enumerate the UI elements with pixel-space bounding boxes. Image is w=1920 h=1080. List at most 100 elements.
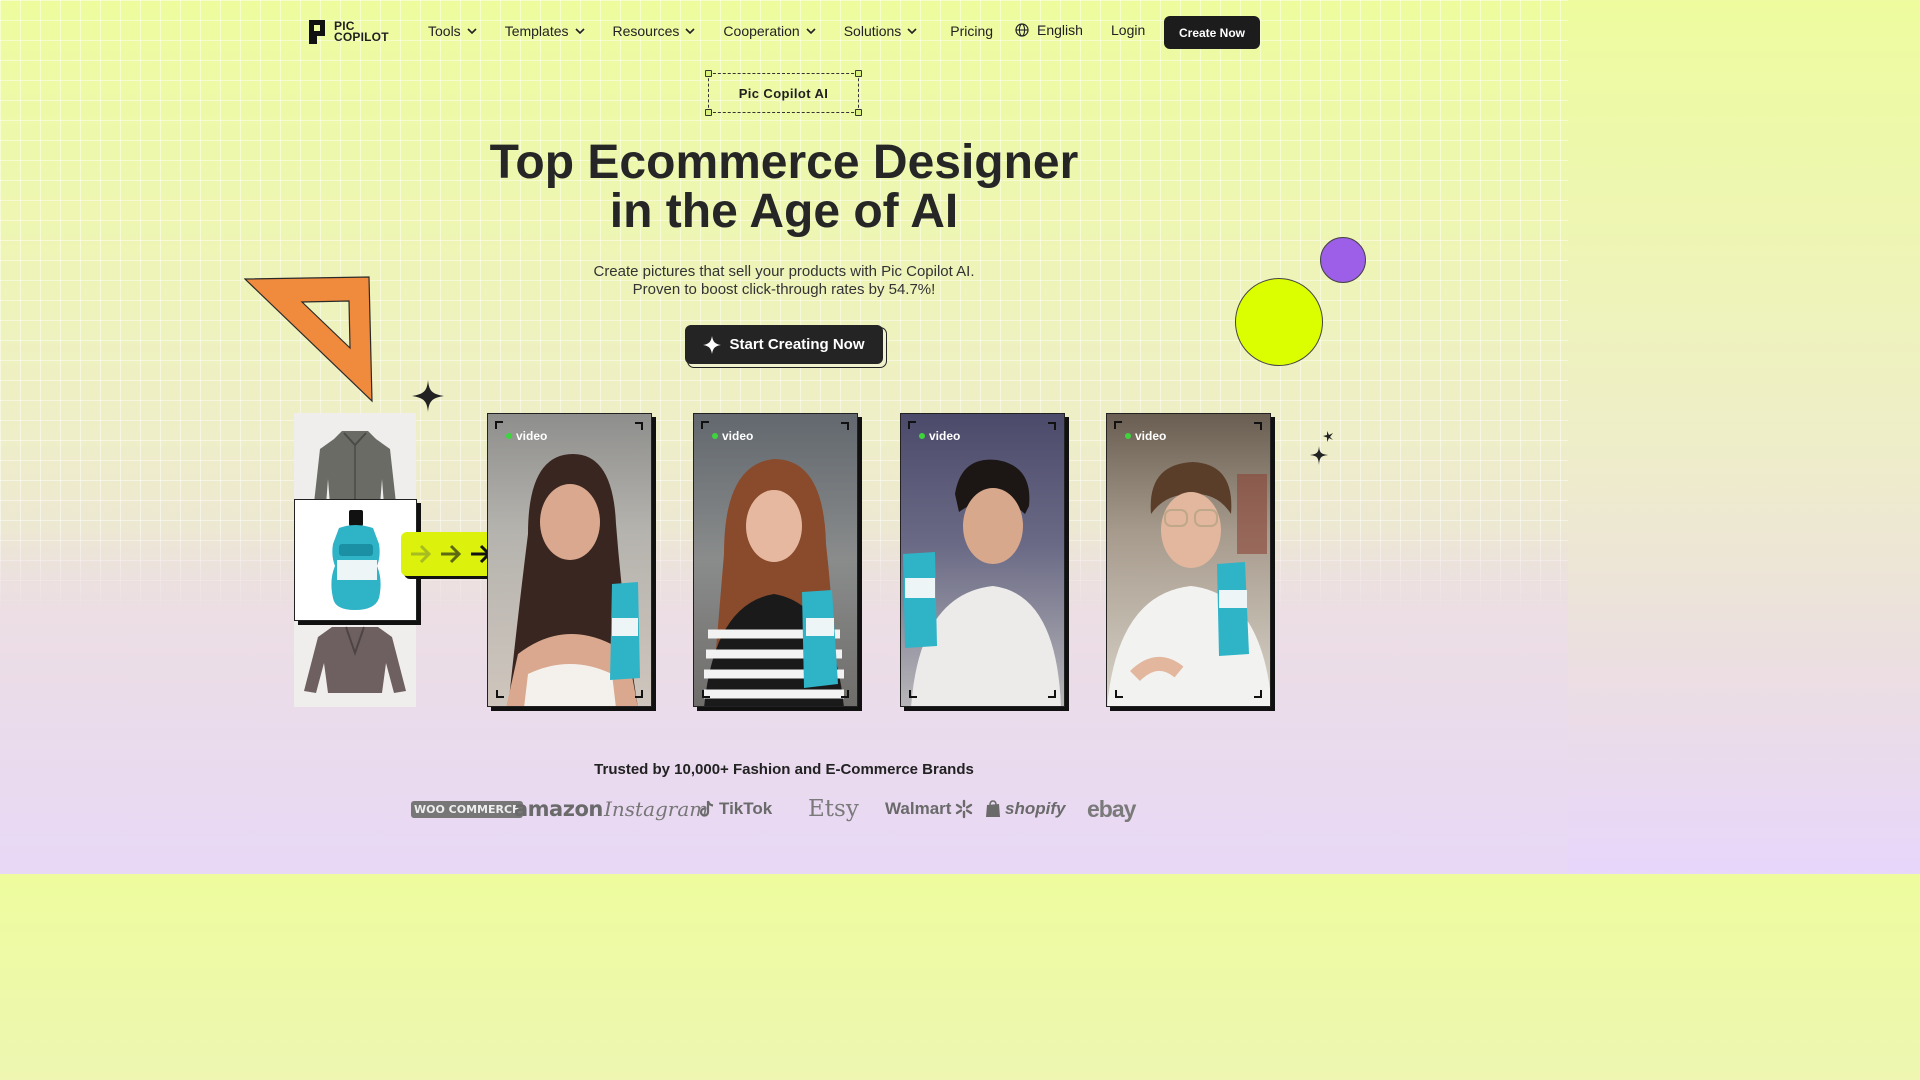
video-card-3[interactable]: video	[900, 413, 1065, 707]
menu-item-solutions[interactable]: Solutions	[844, 23, 919, 39]
logo-line2: COPILOT	[334, 30, 389, 44]
walmart-logo-text: Walmart	[885, 799, 952, 818]
menu-item-label: Resources	[612, 23, 680, 39]
corner-marker	[841, 422, 849, 430]
badge-label: Pic Copilot AI	[738, 85, 829, 101]
video-tag: video	[919, 429, 960, 443]
login-link[interactable]: Login	[1111, 22, 1145, 38]
arrow-right-icon	[411, 544, 432, 564]
corner-marker	[909, 690, 917, 698]
language-label: English	[1037, 22, 1083, 38]
video-tag: video	[712, 429, 753, 443]
create-now-button[interactable]: Create Now	[1164, 16, 1260, 49]
badge-handle	[705, 70, 712, 77]
corner-marker	[908, 421, 916, 429]
hero-title-line2: in the Age of AI	[609, 185, 959, 238]
start-creating-button[interactable]: Start Creating Now	[685, 325, 883, 364]
selected-product-card[interactable]	[294, 499, 417, 621]
corner-marker	[635, 690, 643, 698]
walmart-spark-icon	[956, 799, 973, 819]
arrow-right-icon	[441, 544, 462, 564]
amazon-logo[interactable]: amazon	[514, 794, 603, 824]
menu-item-resources[interactable]: Resources	[613, 23, 697, 39]
shopify-logo-text: shopify	[1005, 799, 1066, 818]
main-menu: Tools Templates Resources Cooperation So…	[428, 23, 1020, 39]
badge-handle	[855, 109, 862, 116]
live-dot	[1125, 433, 1131, 439]
video-card-4[interactable]: video	[1106, 413, 1271, 707]
chevron-down-icon	[467, 28, 477, 35]
ebay-logo[interactable]: ebay	[1087, 794, 1136, 824]
brand-logos: WOO COMMERCE amazon Instagram TikTok Ets…	[0, 794, 1568, 824]
hero-title-line1: Top Ecommerce Designer	[489, 136, 1079, 189]
video-tag-label: video	[722, 429, 754, 443]
menu-item-label: Templates	[504, 23, 569, 39]
chevron-down-icon	[574, 28, 585, 35]
hero-badge: Pic Copilot AI	[705, 70, 862, 116]
video-tag-label: video	[929, 429, 961, 443]
menu-item-templates[interactable]: Templates	[505, 23, 586, 39]
presenter-video-frame	[704, 459, 844, 706]
lime-circle-decoration	[1235, 278, 1323, 366]
video-tag-label: video	[1135, 429, 1167, 443]
woocommerce-logo-text: WOO COMMERCE	[411, 800, 523, 818]
corner-marker	[496, 690, 504, 698]
globe-icon	[1015, 23, 1029, 37]
video-card-2[interactable]: video	[693, 413, 858, 707]
live-dot	[506, 433, 512, 439]
corner-marker	[1115, 690, 1123, 698]
walmart-logo[interactable]: Walmart	[885, 794, 974, 824]
video-tag: video	[506, 429, 547, 443]
video-tag-label: video	[516, 429, 548, 443]
language-selector[interactable]: English	[1015, 22, 1083, 38]
logo-text: PIC COPILOT	[334, 20, 389, 44]
menu-item-tools[interactable]: Tools	[428, 23, 478, 39]
corner-marker	[635, 422, 643, 430]
corner-marker	[841, 690, 849, 698]
tiktok-logo[interactable]: TikTok	[700, 794, 772, 824]
purple-circle-decoration	[1320, 237, 1366, 283]
corner-marker	[495, 421, 503, 429]
chevron-down-icon	[685, 28, 695, 35]
mouthwash-bottle-image	[331, 510, 381, 610]
presenter-video-frame	[506, 454, 640, 706]
shopify-logo[interactable]: shopify	[985, 794, 1065, 824]
etsy-logo[interactable]: Etsy	[808, 794, 859, 824]
menu-item-pricing[interactable]: Pricing	[950, 23, 993, 39]
corner-marker	[702, 690, 710, 698]
tiktok-logo-text: TikTok	[719, 799, 773, 818]
menu-item-cooperation[interactable]: Cooperation	[723, 23, 816, 39]
corner-marker	[1048, 422, 1056, 430]
chevron-down-icon	[907, 28, 917, 35]
instagram-logo[interactable]: Instagram	[604, 794, 708, 824]
sparkle-decoration-icon	[412, 380, 444, 412]
video-card-1[interactable]: video	[487, 413, 652, 707]
start-creating-label: Start Creating Now	[729, 336, 865, 353]
top-navigation: PIC COPILOT Tools Templates Resources Co…	[0, 0, 1568, 64]
shopify-bag-icon	[986, 800, 1000, 817]
corner-marker	[1254, 422, 1262, 430]
menu-item-label: Pricing	[950, 23, 994, 39]
badge-handle	[705, 109, 712, 116]
corner-marker	[1254, 690, 1262, 698]
chevron-down-icon	[806, 28, 816, 35]
sparkle-icon	[703, 335, 722, 354]
logo[interactable]: PIC COPILOT	[307, 18, 389, 46]
corner-marker	[701, 421, 709, 429]
live-dot	[919, 433, 925, 439]
logo-icon	[309, 20, 325, 44]
small-sparkles-decoration-icon	[1310, 431, 1333, 465]
conversion-arrows	[401, 532, 501, 576]
menu-item-label: Tools	[428, 23, 461, 39]
live-dot	[712, 433, 718, 439]
woocommerce-logo[interactable]: WOO COMMERCE	[411, 794, 523, 824]
trusted-by-text: Trusted by 10,000+ Fashion and E-Commerc…	[594, 761, 974, 778]
menu-item-label: Cooperation	[723, 23, 800, 39]
menu-item-label: Solutions	[843, 23, 902, 39]
presenter-video-frame	[1107, 462, 1270, 706]
corner-marker	[1114, 421, 1122, 429]
blazer-image[interactable]	[294, 619, 416, 709]
corner-marker	[1048, 690, 1056, 698]
jacket-image[interactable]	[294, 419, 416, 509]
triangle-ruler-decoration	[244, 276, 373, 403]
